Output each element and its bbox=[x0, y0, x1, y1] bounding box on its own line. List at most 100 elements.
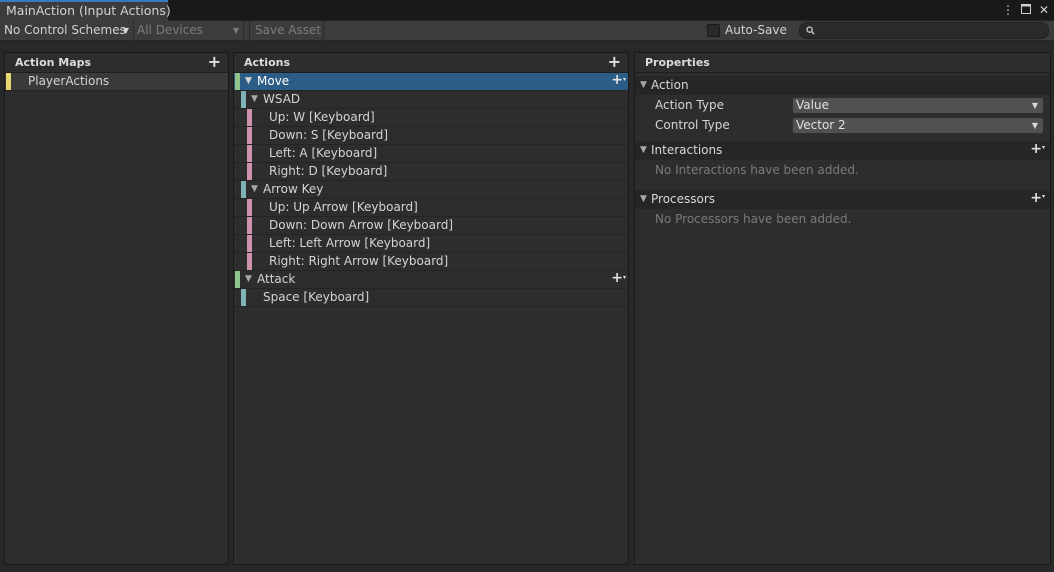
action-map-item[interactable]: PlayerActions bbox=[5, 73, 228, 91]
add-action-button[interactable]: + bbox=[608, 53, 621, 71]
auto-save-label: Auto-Save bbox=[725, 23, 787, 37]
row-label: Right: Right Arrow [Keyboard] bbox=[269, 254, 449, 268]
composite-part-row[interactable]: Up: Up Arrow [Keyboard] bbox=[234, 199, 628, 217]
row-label: Up: Up Arrow [Keyboard] bbox=[269, 200, 418, 214]
row-color-bar bbox=[235, 271, 240, 288]
row-label: Arrow Key bbox=[263, 182, 324, 196]
row-color-bar bbox=[247, 217, 252, 234]
actions-panel: Actions + ▼ Move + ▼ WSAD Up: W [Keyboard] Dow… bbox=[233, 52, 629, 565]
triangle-down-icon: ▼ bbox=[640, 194, 647, 204]
processors-section-header[interactable]: ▼ Processors + bbox=[635, 188, 1050, 209]
chevron-down-icon: ▼ bbox=[122, 26, 129, 35]
action-maps-title: Action Maps bbox=[15, 56, 92, 69]
action-maps-header: Action Maps + bbox=[5, 53, 228, 73]
control-type-label: Control Type bbox=[655, 118, 730, 132]
add-interaction-button[interactable]: + bbox=[1030, 139, 1044, 158]
composite-part-row[interactable]: Down: S [Keyboard] bbox=[234, 127, 628, 145]
row-color-bar bbox=[247, 127, 252, 144]
chevron-down-icon: ▼ bbox=[232, 26, 239, 35]
auto-save-checkbox[interactable] bbox=[707, 24, 720, 37]
row-label: Attack bbox=[257, 272, 296, 286]
action-map-label: PlayerActions bbox=[28, 74, 110, 88]
row-label: Right: D [Keyboard] bbox=[269, 164, 388, 178]
maximize-icon[interactable] bbox=[1020, 0, 1032, 20]
row-label: Left: Left Arrow [Keyboard] bbox=[269, 236, 431, 250]
properties-panel: Properties ▼ Action Action Type Value ▼ … bbox=[634, 52, 1051, 565]
action-type-label: Action Type bbox=[655, 98, 724, 112]
control-type-row: Control Type Vector 2 ▼ bbox=[635, 115, 1050, 135]
action-section-header[interactable]: ▼ Action bbox=[635, 76, 1050, 95]
composite-part-row[interactable]: Down: Down Arrow [Keyboard] bbox=[234, 217, 628, 235]
row-label: Up: W [Keyboard] bbox=[269, 110, 375, 124]
row-label: Down: S [Keyboard] bbox=[269, 128, 389, 142]
add-action-map-button[interactable]: + bbox=[208, 53, 221, 71]
action-type-value: Value bbox=[796, 98, 829, 112]
properties-title: Properties bbox=[645, 56, 710, 69]
row-label: WSAD bbox=[263, 92, 301, 106]
chevron-down-icon: ▼ bbox=[1031, 121, 1038, 130]
add-binding-button[interactable]: + bbox=[611, 269, 625, 287]
row-color-bar bbox=[241, 91, 246, 108]
row-color-bar bbox=[247, 253, 252, 270]
composite-part-row[interactable]: Right: Right Arrow [Keyboard] bbox=[234, 253, 628, 271]
triangle-down-icon[interactable]: ▼ bbox=[245, 271, 252, 288]
triangle-down-icon[interactable]: ▼ bbox=[251, 91, 258, 108]
add-processor-button[interactable]: + bbox=[1030, 188, 1044, 207]
row-color-bar bbox=[241, 181, 246, 198]
row-color-bar bbox=[235, 73, 240, 90]
action-type-row: Action Type Value ▼ bbox=[635, 95, 1050, 115]
save-asset-label: Save Asset bbox=[255, 23, 322, 37]
binding-row[interactable]: Space [Keyboard] bbox=[234, 289, 628, 307]
control-type-value: Vector 2 bbox=[796, 118, 846, 132]
triangle-down-icon[interactable]: ▼ bbox=[245, 73, 252, 90]
action-maps-list: PlayerActions bbox=[5, 73, 228, 91]
window-tab[interactable]: MainAction (Input Actions) bbox=[0, 0, 171, 21]
interactions-empty-note: No Interactions have been added. bbox=[655, 163, 859, 177]
triangle-down-icon: ▼ bbox=[640, 145, 647, 155]
composite-binding-row[interactable]: ▼ WSAD bbox=[234, 91, 628, 109]
composite-part-row[interactable]: Right: D [Keyboard] bbox=[234, 163, 628, 181]
devices-label: All Devices bbox=[137, 23, 203, 37]
window-tab-bar: MainAction (Input Actions) ⋮ ✕ bbox=[0, 0, 1054, 21]
add-binding-button[interactable]: + bbox=[611, 71, 625, 89]
actions-title: Actions bbox=[244, 56, 290, 69]
row-color-bar bbox=[247, 235, 252, 252]
close-icon[interactable]: ✕ bbox=[1038, 0, 1050, 20]
processors-empty-note: No Processors have been added. bbox=[655, 212, 852, 226]
devices-dropdown[interactable]: All Devices ▼ bbox=[137, 21, 244, 41]
interactions-section-title: Interactions bbox=[651, 143, 723, 157]
action-section-title: Action bbox=[651, 78, 689, 92]
auto-save-toggle[interactable]: Auto-Save bbox=[707, 21, 797, 41]
composite-binding-row[interactable]: ▼ Arrow Key bbox=[234, 181, 628, 199]
row-color-bar bbox=[247, 145, 252, 162]
composite-part-row[interactable]: Up: W [Keyboard] bbox=[234, 109, 628, 127]
row-label: Move bbox=[257, 74, 290, 88]
processors-section-title: Processors bbox=[651, 192, 716, 206]
search-input[interactable] bbox=[799, 22, 1049, 39]
composite-part-row[interactable]: Left: A [Keyboard] bbox=[234, 145, 628, 163]
control-schemes-label: No Control Schemes bbox=[4, 23, 126, 37]
actions-tree: ▼ Move + ▼ WSAD Up: W [Keyboard] Down: S [Keyb… bbox=[234, 71, 628, 307]
chevron-down-icon: ▼ bbox=[1031, 101, 1038, 110]
row-label: Down: Down Arrow [Keyboard] bbox=[269, 218, 454, 232]
control-type-dropdown[interactable]: Vector 2 ▼ bbox=[792, 117, 1044, 134]
row-label: Left: A [Keyboard] bbox=[269, 146, 378, 160]
vertical-dots-icon[interactable]: ⋮ bbox=[1002, 0, 1014, 20]
row-color-bar bbox=[247, 109, 252, 126]
row-color-bar bbox=[247, 199, 252, 216]
row-color-bar bbox=[241, 289, 246, 306]
action-row[interactable]: ▼ Attack + bbox=[234, 269, 628, 289]
action-row[interactable]: ▼ Move + bbox=[234, 71, 628, 91]
search-icon bbox=[806, 26, 815, 35]
action-map-color-bar bbox=[6, 73, 11, 90]
composite-part-row[interactable]: Left: Left Arrow [Keyboard] bbox=[234, 235, 628, 253]
interactions-section-header[interactable]: ▼ Interactions + bbox=[635, 139, 1050, 160]
window-tab-title: MainAction (Input Actions) bbox=[6, 3, 171, 18]
row-color-bar bbox=[247, 163, 252, 180]
save-asset-button[interactable]: Save Asset bbox=[249, 21, 324, 41]
action-type-dropdown[interactable]: Value ▼ bbox=[792, 97, 1044, 114]
triangle-down-icon[interactable]: ▼ bbox=[251, 181, 258, 198]
window-controls: ⋮ ✕ bbox=[1002, 0, 1050, 20]
control-schemes-dropdown[interactable]: No Control Schemes ▼ bbox=[4, 21, 134, 41]
action-maps-panel: Action Maps + PlayerActions bbox=[4, 52, 229, 565]
